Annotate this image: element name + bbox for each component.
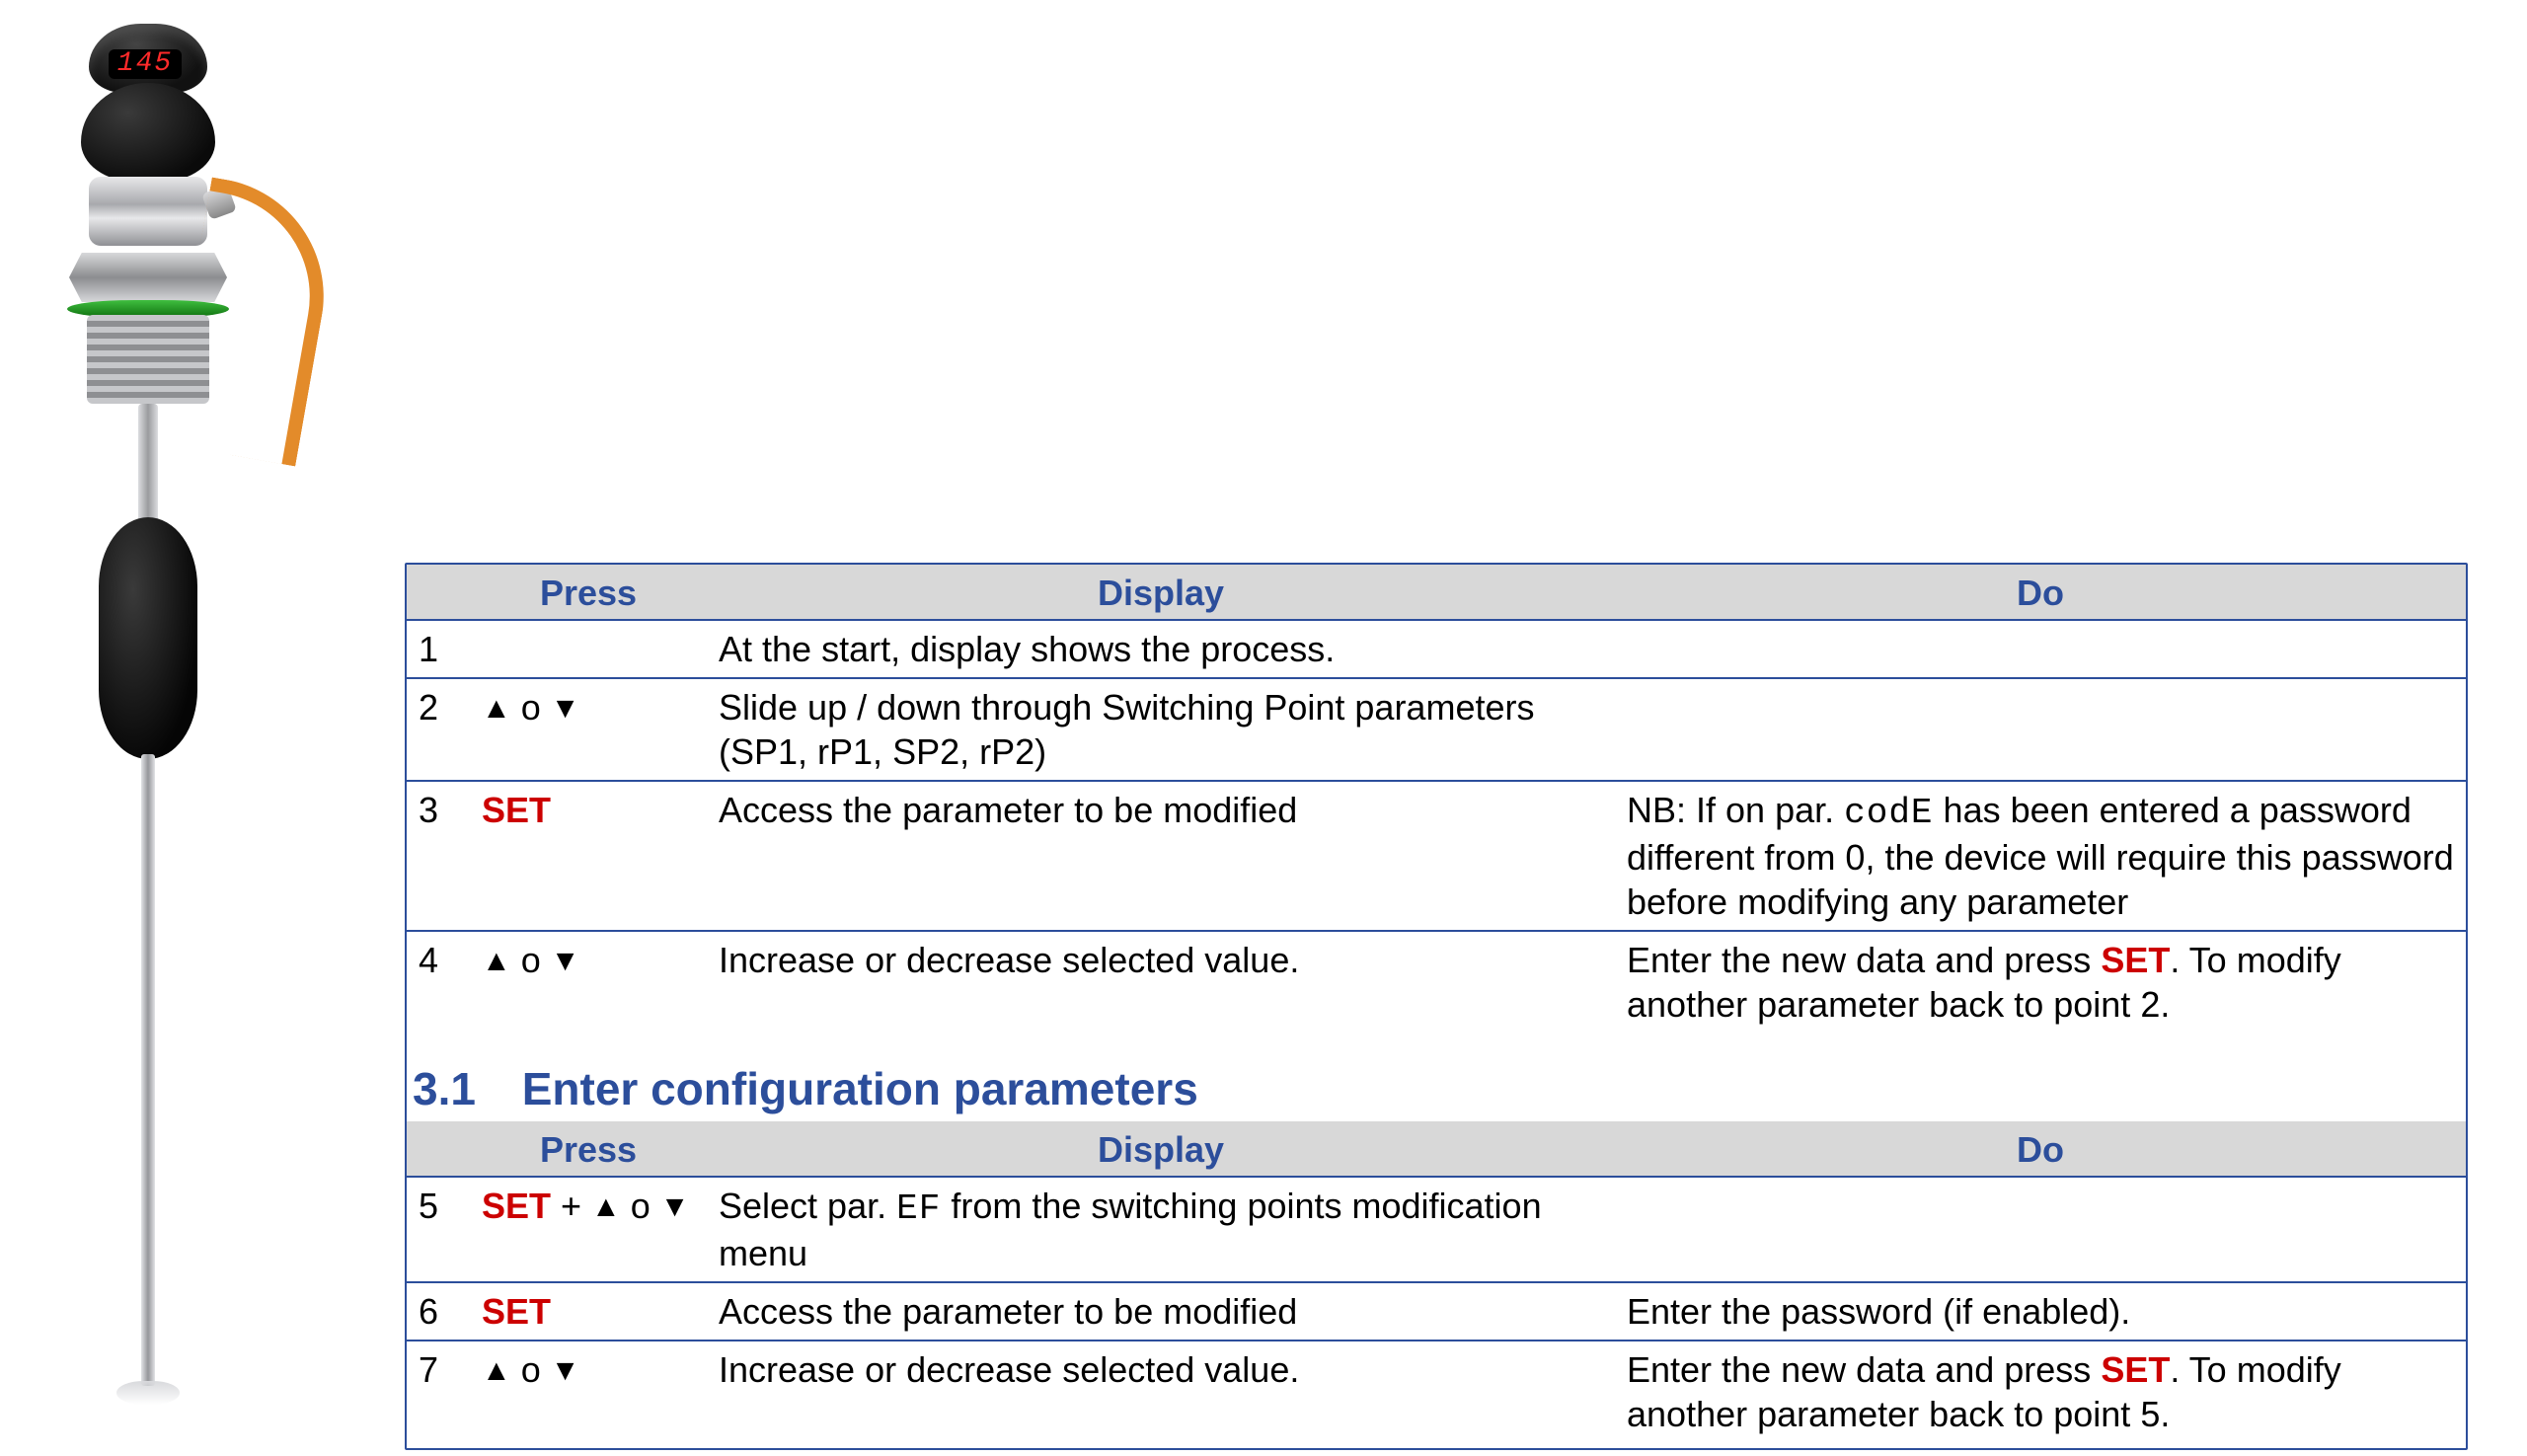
table-row: 7▲ o ▼Increase or decrease selected valu… — [407, 1341, 2466, 1442]
cell-display: Select par. EF from the switching points… — [707, 1177, 1615, 1282]
row-number: 4 — [407, 931, 470, 1033]
header-do: Do — [1615, 1121, 2466, 1177]
row-number: 1 — [407, 620, 470, 678]
stem-lower — [141, 754, 155, 1386]
table-config-parameters: Press Display Do 5SET + ▲ o ▼Select par.… — [407, 1121, 2466, 1442]
cell-press: ▲ o ▼ — [470, 931, 707, 1033]
row-number: 7 — [407, 1341, 470, 1442]
header-blank — [407, 1121, 470, 1177]
table-header-row: Press Display Do — [407, 1121, 2466, 1177]
table-header-row: Press Display Do — [407, 565, 2466, 620]
table-row: 6SETAccess the parameter to be modifiedE… — [407, 1282, 2466, 1341]
connector-block — [89, 177, 207, 246]
header-blank — [407, 565, 470, 620]
table-row: 5SET + ▲ o ▼Select par. EF from the swit… — [407, 1177, 2466, 1282]
table-row: 4▲ o ▼Increase or decrease selected valu… — [407, 931, 2466, 1033]
cell-do — [1615, 678, 2466, 781]
cell-press: ▲ o ▼ — [470, 678, 707, 781]
table2-body: 5SET + ▲ o ▼Select par. EF from the swit… — [407, 1177, 2466, 1442]
cell-press: ▲ o ▼ — [470, 1341, 707, 1442]
section-number: 3.1 — [413, 1063, 476, 1114]
cell-press — [470, 620, 707, 678]
hex-nut — [69, 253, 227, 302]
table-row: 3SETAccess the parameter to be modifiedN… — [407, 781, 2466, 931]
cell-display: At the start, display shows the process. — [707, 620, 1615, 678]
row-number: 3 — [407, 781, 470, 931]
instruction-frame: Press Display Do 1 At the start, display … — [405, 563, 2468, 1450]
cell-do — [1615, 620, 2466, 678]
header-press: Press — [470, 1121, 707, 1177]
thread — [87, 315, 209, 404]
header-do: Do — [1615, 565, 2466, 620]
cell-press: SET — [470, 781, 707, 931]
cell-do: NB: If on par. codE has been entered a p… — [1615, 781, 2466, 931]
cell-press: SET + ▲ o ▼ — [470, 1177, 707, 1282]
row-number: 5 — [407, 1177, 470, 1282]
sensor-body — [81, 83, 215, 182]
cell-display: Access the parameter to be modified — [707, 1282, 1615, 1341]
header-display: Display — [707, 1121, 1615, 1177]
device-illustration: 145 — [39, 24, 237, 1435]
cell-do: Enter the new data and press SET. To mod… — [1615, 1341, 2466, 1442]
cell-display: Slide up / down through Switching Point … — [707, 678, 1615, 781]
table-row: 1 At the start, display shows the process… — [407, 620, 2466, 678]
cell-do: Enter the password (if enabled). — [1615, 1282, 2466, 1341]
cell-display: Access the parameter to be modified — [707, 781, 1615, 931]
header-display: Display — [707, 565, 1615, 620]
cell-do — [1615, 1177, 2466, 1282]
section-heading: 3.1 Enter configuration parameters — [407, 1033, 2466, 1121]
row-number: 2 — [407, 678, 470, 781]
cell-do: Enter the new data and press SET. To mod… — [1615, 931, 2466, 1033]
table-row: 2▲ o ▼Slide up / down through Switching … — [407, 678, 2466, 781]
header-press: Press — [470, 565, 707, 620]
probe-foot — [116, 1381, 180, 1405]
cell-press: SET — [470, 1282, 707, 1341]
table1-body: 1 At the start, display shows the process… — [407, 620, 2466, 1033]
float — [99, 517, 197, 759]
table-switching-points: Press Display Do 1 At the start, display … — [407, 565, 2466, 1033]
row-number: 6 — [407, 1282, 470, 1341]
led-display: 145 — [109, 49, 182, 79]
cell-display: Increase or decrease selected value. — [707, 931, 1615, 1033]
cell-display: Increase or decrease selected value. — [707, 1341, 1615, 1442]
section-title: Enter configuration parameters — [522, 1063, 1198, 1114]
